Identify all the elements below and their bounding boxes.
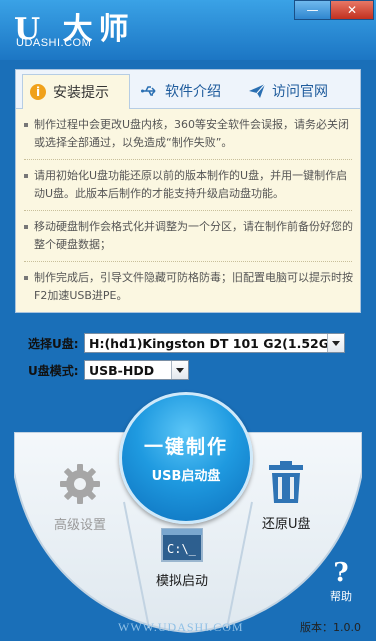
chevron-down-icon[interactable] (327, 334, 344, 352)
tab-bar: i 安装提示 软件介绍 访问官网 (16, 70, 360, 109)
divider (24, 210, 352, 211)
tab-install-tips-label: 安装提示 (53, 85, 109, 101)
title-bar[interactable]: U 大师 UDASHI.COM — ✕ (0, 0, 376, 60)
version-label: 版本：1.0.0 (300, 621, 361, 634)
simulate-boot-button[interactable]: C:\_ 模拟启动 (156, 528, 208, 589)
select-disk-row: 选择U盘: H:(hd1)Kingston DT 101 G2(1.52G) (28, 332, 345, 354)
one-click-make-button[interactable]: 一键制作 USB启动盘 (119, 392, 253, 524)
disk-mode-value: USB-HDD (89, 362, 155, 378)
gear-icon (58, 462, 102, 510)
select-disk-label: 选择U盘: (28, 336, 79, 351)
divider (24, 159, 352, 160)
usb-icon (141, 82, 159, 100)
website-link[interactable]: WWW.UDASHI.COM (118, 620, 244, 635)
tab-software-intro[interactable]: 软件介绍 (141, 74, 221, 107)
divider (24, 261, 352, 262)
tip-item: 请用初始化U盘功能还原以前的版本制作的U盘，并用一键制作启动U盘。此版本后制作的… (22, 167, 354, 203)
close-icon: ✕ (346, 3, 358, 17)
info-icon: i (29, 83, 47, 101)
simulate-boot-label: 模拟启动 (156, 574, 209, 589)
advanced-settings-label: 高级设置 (54, 518, 107, 533)
tip-item: 制作过程中会更改U盘内核，360等安全软件会误报，请务必关闭或选择全部通过，以免… (22, 116, 354, 152)
send-icon (248, 82, 266, 100)
main-button-title: 一键制作 (143, 436, 228, 458)
tab-install-tips[interactable]: i 安装提示 (22, 74, 130, 109)
tips-list: 制作过程中会更改U盘内核，360等安全软件会误报，请务必关闭或选择全部通过，以免… (22, 116, 354, 312)
tab-visit-website-label: 访问官网 (272, 83, 328, 100)
info-panel: i 安装提示 软件介绍 访问官网 制作过程中会更改U盘内核，360等安全软件会误… (15, 69, 361, 313)
terminal-icon: C:\_ (161, 528, 203, 566)
disk-mode-row: U盘模式: USB-HDD (28, 359, 189, 381)
chevron-down-icon[interactable] (171, 361, 188, 379)
select-disk-dropdown[interactable]: H:(hd1)Kingston DT 101 G2(1.52G) (84, 333, 345, 353)
help-button[interactable]: ? 帮助 (330, 560, 352, 604)
main-button-subtitle: USB启动盘 (151, 469, 221, 484)
tip-item: 制作完成后，引导文件隐藏可防格防毒；旧配置电脑可以提示时按F2加速USB进PE。 (22, 269, 354, 305)
disk-mode-dropdown[interactable]: USB-HDD (84, 360, 189, 380)
tip-item: 移动硬盘制作会格式化并调整为一个分区，请在制作前备份好您的整个硬盘数据； (22, 218, 354, 254)
app-logo-subtitle: UDASHI.COM (16, 37, 92, 49)
help-label: 帮助 (330, 590, 352, 603)
restore-usb-label: 还原U盘 (262, 517, 311, 532)
restore-usb-button[interactable]: 还原U盘 (262, 461, 311, 532)
select-disk-value: H:(hd1)Kingston DT 101 G2(1.52G) (89, 335, 335, 351)
tab-visit-website[interactable]: 访问官网 (248, 74, 328, 107)
minimize-icon: — (306, 3, 319, 17)
disk-mode-label: U盘模式: (28, 363, 79, 378)
tab-software-intro-label: 软件介绍 (165, 83, 221, 100)
advanced-settings-button[interactable]: 高级设置 (54, 462, 106, 533)
app-window: U 大师 UDASHI.COM — ✕ i 安装提示 软件介绍 访问官网 制作过… (0, 0, 376, 641)
minimize-button[interactable]: — (294, 0, 331, 20)
help-icon: ? (333, 558, 349, 588)
svg-text:C:\_: C:\_ (167, 542, 197, 556)
trash-icon (267, 461, 305, 509)
close-button[interactable]: ✕ (330, 0, 374, 20)
